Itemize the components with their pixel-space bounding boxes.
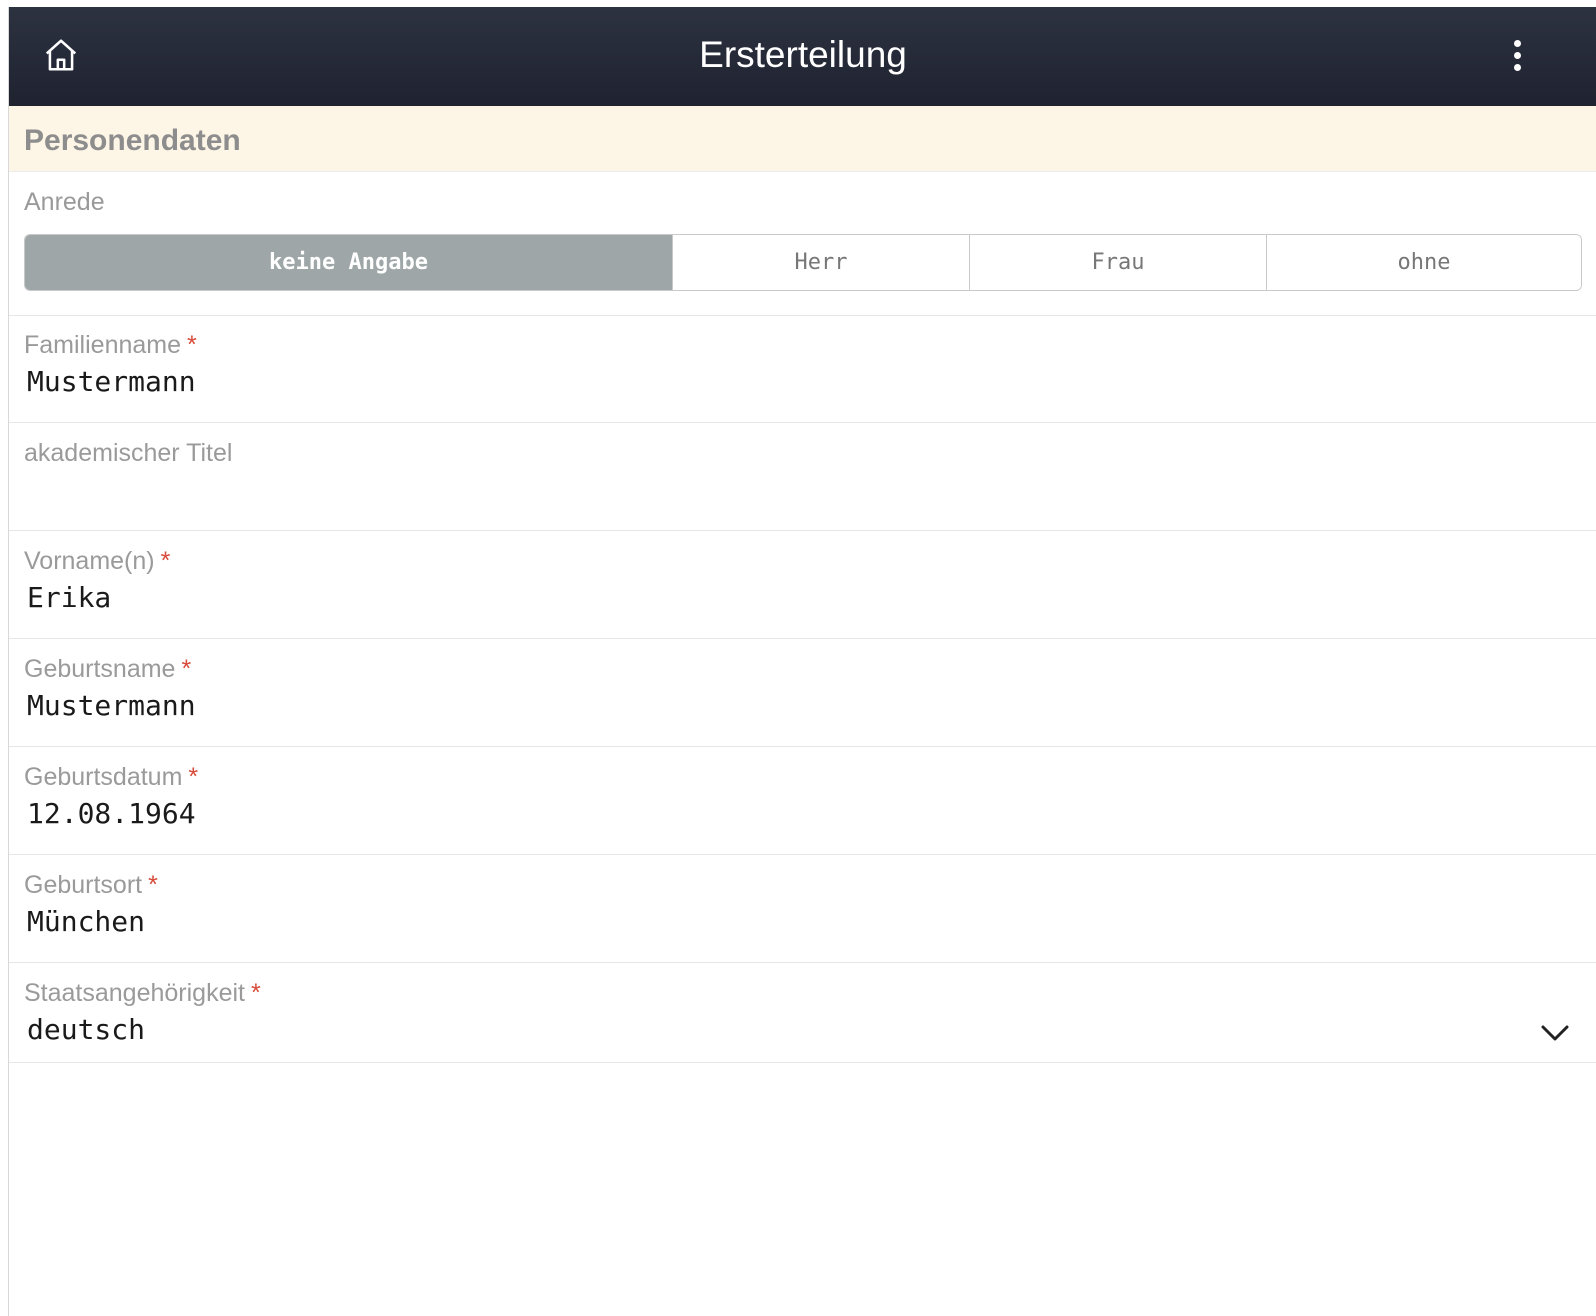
geburtsdatum-row: Geburtsdatum * 12.08.1964 (9, 747, 1596, 855)
anrede-option-ohne[interactable]: ohne (1266, 235, 1581, 290)
familienname-row: Familienname * Mustermann (9, 315, 1596, 423)
titel-row: akademischer Titel (9, 423, 1596, 531)
chevron-down-icon[interactable] (1537, 1019, 1573, 1047)
anrede-label: Anrede (24, 188, 105, 216)
staatsangehoerigkeit-select[interactable]: deutsch (27, 1013, 1227, 1046)
geburtsdatum-field[interactable]: 12.08.1964 (27, 797, 1427, 830)
required-marker: * (181, 655, 192, 683)
geburtsname-row: Geburtsname * Mustermann (9, 639, 1596, 747)
geburtsdatum-label: Geburtsdatum * (24, 763, 199, 791)
vorname-field[interactable]: Erika (27, 581, 1427, 614)
more-vertical-icon (1513, 39, 1521, 71)
vorname-row: Vorname(n) * Erika (9, 531, 1596, 639)
geburtsname-field[interactable]: Mustermann (27, 689, 1427, 722)
home-button[interactable] (35, 29, 87, 81)
anrede-option-frau[interactable]: Frau (969, 235, 1266, 290)
anrede-row: Anrede keine Angabe Herr Frau ohne (9, 172, 1596, 316)
more-menu-button[interactable] (1489, 29, 1545, 81)
familienname-field[interactable]: Mustermann (27, 365, 1427, 398)
geburtsort-row: Geburtsort * München (9, 855, 1596, 963)
titel-field[interactable] (27, 473, 1427, 507)
familienname-label: Familienname * (24, 331, 197, 359)
top-bar: Ersterteilung (9, 7, 1596, 106)
anrede-option-herr[interactable]: Herr (672, 235, 969, 290)
app-frame: Ersterteilung Personendaten Anrede keine… (8, 7, 1596, 1316)
required-marker: * (188, 763, 199, 791)
geburtsname-label: Geburtsname * (24, 655, 192, 683)
section-title: Personendaten (24, 124, 241, 157)
titel-label: akademischer Titel (24, 439, 233, 467)
required-marker: * (187, 331, 197, 359)
anrede-option-keine-angabe[interactable]: keine Angabe (25, 235, 672, 290)
vorname-label: Vorname(n) * (24, 547, 171, 575)
section-header: Personendaten (9, 106, 1596, 172)
anrede-segmented-control: keine Angabe Herr Frau ohne (24, 234, 1582, 291)
page-title: Ersterteilung (699, 34, 907, 75)
required-marker: * (250, 979, 261, 1007)
required-marker: * (160, 547, 171, 575)
staatsangehoerigkeit-label: Staatsangehörigkeit * (24, 979, 261, 1007)
geburtsort-field[interactable]: München (27, 905, 1427, 938)
required-marker: * (148, 871, 158, 899)
geburtsort-label: Geburtsort * (24, 871, 158, 899)
home-icon (45, 39, 77, 71)
staatsangehoerigkeit-row[interactable]: Staatsangehörigkeit * deutsch (9, 963, 1596, 1063)
